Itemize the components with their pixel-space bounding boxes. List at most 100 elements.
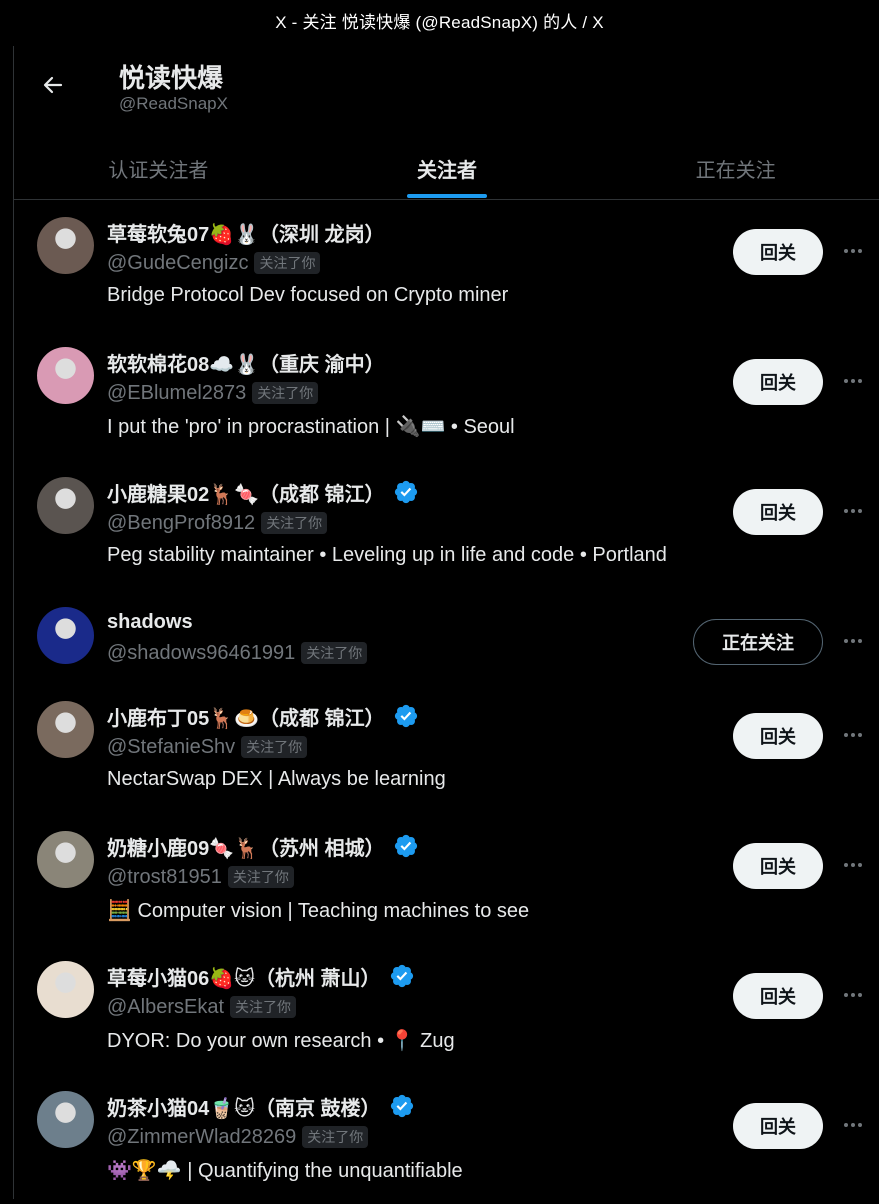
more-options-button[interactable]	[840, 238, 866, 264]
verified-badge-icon	[394, 834, 417, 858]
more-dots-icon	[844, 249, 862, 253]
user-row[interactable]: 软软棉花08☁️🐰（重庆 渝中） @EBlumel2873 关注了你 I put…	[14, 330, 879, 460]
follows-you-badge: 关注了你	[301, 642, 368, 664]
follows-you-badge: 关注了你	[302, 1126, 369, 1148]
more-dots-icon	[844, 379, 862, 383]
user-handle[interactable]: @StefanieShv	[107, 736, 235, 759]
avatar[interactable]	[37, 961, 94, 1018]
avatar[interactable]	[37, 1091, 94, 1148]
page-title: 悦读快爆	[119, 63, 224, 93]
more-options-button[interactable]	[840, 628, 866, 654]
name-line: 草莓小猫06🍓🐱（杭州 萧山）	[107, 961, 415, 991]
tab-label: 正在关注	[695, 159, 776, 182]
handle-line: @EBlumel2873 关注了你	[107, 379, 319, 407]
user-row[interactable]: 草莓软兔07🍓🐰（深圳 龙岗） @GudeCengizc 关注了你 Bridge…	[14, 200, 879, 330]
user-bio: 👾🏆🌩️ | Quantifying the unquantifiable	[107, 1160, 463, 1182]
more-options-button[interactable]	[840, 722, 866, 748]
avatar[interactable]	[37, 607, 94, 664]
more-options-button[interactable]	[840, 852, 866, 878]
user-handle[interactable]: @shadows96461991	[107, 642, 295, 665]
user-display-name[interactable]: 小鹿糖果02🦌🍬（成都 锦江）	[107, 478, 385, 507]
avatar[interactable]	[37, 217, 94, 274]
handle-line: @ZimmerWlad28269 关注了你	[107, 1123, 369, 1151]
more-dots-icon	[844, 1123, 862, 1127]
name-line: 小鹿糖果02🦌🍬（成都 锦江）	[107, 477, 419, 507]
verified-badge-icon	[390, 964, 413, 988]
tab-verified-followers[interactable]: 认证关注者	[14, 138, 303, 198]
follows-you-badge: 关注了你	[241, 736, 308, 758]
follow-back-button[interactable]: 回关	[733, 359, 823, 405]
user-bio: DYOR: Do your own research • 📍 Zug	[107, 1030, 455, 1052]
user-handle[interactable]: @EBlumel2873	[107, 382, 246, 405]
user-display-name[interactable]: 奶茶小猫04🧋🐱（南京 鼓楼）	[107, 1092, 381, 1121]
user-bio: NectarSwap DEX | Always be learning	[107, 768, 446, 790]
verified-badge-icon	[390, 1094, 413, 1118]
window-title: X - 关注 悦读快爆 (@ReadSnapX) 的人 / X	[275, 12, 604, 32]
user-display-name[interactable]: 奶糖小鹿09🍬🦌（苏州 相城）	[107, 832, 385, 861]
more-dots-icon	[844, 509, 862, 513]
user-handle[interactable]: @BengProf8912	[107, 512, 255, 535]
user-display-name[interactable]: 草莓软兔07🍓🐰（深圳 龙岗）	[107, 218, 385, 247]
tab-following[interactable]: 正在关注	[591, 138, 879, 198]
more-options-button[interactable]	[840, 368, 866, 394]
follow-back-button[interactable]: 回关	[733, 843, 823, 889]
verified-badge-icon	[394, 480, 417, 504]
more-options-button[interactable]	[840, 982, 866, 1008]
follows-you-badge: 关注了你	[254, 252, 321, 274]
user-row[interactable]: 小鹿布丁05🦌🍮（成都 锦江） @StefanieShv 关注了你 Nectar…	[14, 684, 879, 814]
user-handle[interactable]: @GudeCengizc	[107, 252, 248, 275]
user-bio: 🧮 Computer vision | Teaching machines to…	[107, 900, 530, 922]
follows-you-badge: 关注了你	[227, 866, 294, 888]
user-row[interactable]: shadows @shadows96461991 关注了你 正在关注	[14, 590, 879, 684]
follow-back-button[interactable]: 回关	[733, 1103, 823, 1149]
more-dots-icon	[844, 733, 862, 737]
more-options-button[interactable]	[840, 498, 866, 524]
avatar[interactable]	[37, 477, 94, 534]
avatar[interactable]	[37, 831, 94, 888]
user-display-name[interactable]: 软软棉花08☁️🐰（重庆 渝中）	[107, 348, 385, 377]
handle-line: @trost81951 关注了你	[107, 863, 294, 891]
tab-followers[interactable]: 关注者	[303, 138, 592, 198]
handle-line: @shadows96461991 关注了你	[107, 639, 368, 667]
user-handle[interactable]: @AlbersEkat	[107, 996, 224, 1019]
main-column: 悦读快爆 @ReadSnapX 认证关注者 关注者 正在关注 草莓软兔07🍓🐰（…	[13, 46, 879, 1199]
name-line: shadows	[107, 607, 193, 637]
more-options-button[interactable]	[840, 1112, 866, 1138]
more-dots-icon	[844, 639, 862, 643]
handle-line: @AlbersEkat 关注了你	[107, 993, 297, 1021]
tab-bar: 认证关注者 关注者 正在关注	[14, 138, 879, 198]
back-button[interactable]	[36, 68, 70, 102]
follow-back-button[interactable]: 回关	[733, 973, 823, 1019]
user-bio: I put the 'pro' in procrastination | 🔌⌨️…	[107, 416, 515, 438]
user-row[interactable]: 小鹿糖果02🦌🍬（成都 锦江） @BengProf8912 关注了你 Peg s…	[14, 460, 879, 590]
user-bio: Bridge Protocol Dev focused on Crypto mi…	[107, 284, 509, 306]
user-handle[interactable]: @ZimmerWlad28269	[107, 1126, 296, 1149]
follow-back-button[interactable]: 回关	[733, 229, 823, 275]
follows-you-badge: 关注了你	[261, 512, 328, 534]
follow-back-button[interactable]: 回关	[733, 713, 823, 759]
verified-badge-icon	[394, 704, 417, 728]
name-line: 小鹿布丁05🦌🍮（成都 锦江）	[107, 701, 419, 731]
follow-back-button[interactable]: 回关	[733, 489, 823, 535]
page-handle: @ReadSnapX	[119, 94, 228, 113]
follower-list: 草莓软兔07🍓🐰（深圳 龙岗） @GudeCengizc 关注了你 Bridge…	[14, 200, 879, 1204]
user-display-name[interactable]: 小鹿布丁05🦌🍮（成都 锦江）	[107, 702, 385, 731]
handle-line: @BengProf8912 关注了你	[107, 509, 328, 537]
more-dots-icon	[844, 993, 862, 997]
avatar[interactable]	[37, 347, 94, 404]
user-display-name[interactable]: shadows	[107, 611, 193, 634]
user-handle[interactable]: @trost81951	[107, 866, 222, 889]
name-line: 软软棉花08☁️🐰（重庆 渝中）	[107, 347, 385, 377]
following-button[interactable]: 正在关注	[693, 619, 823, 665]
follows-you-badge: 关注了你	[230, 996, 297, 1018]
user-bio: Peg stability maintainer • Leveling up i…	[107, 544, 667, 566]
user-row[interactable]: 奶糖小鹿09🍬🦌（苏州 相城） @trost81951 关注了你 🧮 Compu…	[14, 814, 879, 944]
name-line: 奶糖小鹿09🍬🦌（苏州 相城）	[107, 831, 419, 861]
page-header: 悦读快爆 @ReadSnapX 认证关注者 关注者 正在关注	[14, 46, 879, 200]
tab-label: 认证关注者	[108, 159, 209, 182]
user-row[interactable]: 草莓小猫06🍓🐱（杭州 萧山） @AlbersEkat 关注了你 DYOR: D…	[14, 944, 879, 1074]
user-display-name[interactable]: 草莓小猫06🍓🐱（杭州 萧山）	[107, 962, 381, 991]
avatar[interactable]	[37, 701, 94, 758]
user-row[interactable]: 奶茶小猫04🧋🐱（南京 鼓楼） @ZimmerWlad28269 关注了你 👾🏆…	[14, 1074, 879, 1204]
more-dots-icon	[844, 863, 862, 867]
